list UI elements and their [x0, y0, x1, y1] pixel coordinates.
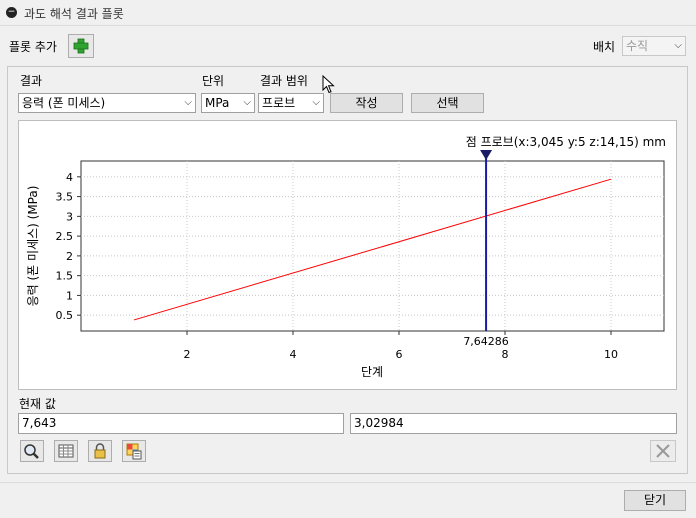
result-select[interactable]: 응력 (폰 미세스) ⌵ — [18, 93, 196, 113]
create-button[interactable]: 작성 — [330, 93, 403, 113]
y-tick-label: 1 — [66, 289, 73, 302]
x-tick-labels: 2 4 6 8 10 — [184, 348, 619, 361]
x-tick-label: 8 — [502, 348, 509, 361]
export-image-button[interactable] — [122, 440, 146, 462]
x-tick-label: 4 — [290, 348, 297, 361]
plot-area — [80, 160, 665, 332]
current-x-field[interactable]: 7,643 — [18, 413, 344, 434]
chart-container: 0.5 1 1.5 2 2.5 3 3.5 4 2 4 6 8 10 점 프로브(x:3,045 y:… — [18, 120, 677, 390]
cursor-icon — [322, 75, 335, 94]
result-select-value: 응력 (폰 미세스) — [22, 96, 106, 110]
current-value-label: 현재 값 — [19, 397, 56, 411]
title-bar: − 과도 해석 결과 플롯 — [0, 0, 696, 26]
window-title: 과도 해석 결과 플롯 — [24, 7, 124, 21]
x-tick-label: 10 — [604, 348, 618, 361]
y-tick-labels: 0.5 1 1.5 2 2.5 3 3.5 4 — [56, 171, 74, 322]
y-tick-label: 3 — [66, 210, 73, 223]
result-label: 결과 — [20, 74, 43, 88]
y-tick-label: 0.5 — [56, 309, 74, 322]
range-select-value: 프로브 — [262, 96, 296, 110]
add-plot-label: 플롯 추가 — [9, 40, 57, 54]
y-tick-label: 3.5 — [56, 191, 74, 204]
unit-select-value: MPa — [205, 96, 230, 110]
y-tick-label: 4 — [66, 171, 73, 184]
x-tick-label: 2 — [184, 348, 191, 361]
table-icon — [58, 444, 74, 458]
y-tick-label: 2 — [66, 250, 73, 263]
chevron-down-icon: ⌵ — [243, 97, 251, 108]
magnifier-icon — [24, 444, 39, 459]
plus-icon — [73, 38, 89, 54]
unit-label: 단위 — [202, 74, 225, 88]
table-button[interactable] — [54, 440, 78, 462]
select-button[interactable]: 선택 — [411, 93, 484, 113]
close-icon — [656, 444, 670, 458]
zoom-button[interactable] — [20, 440, 44, 462]
footer-bar — [0, 482, 696, 518]
lock-icon — [94, 443, 106, 459]
current-y-field[interactable]: 3,02984 — [350, 413, 677, 434]
layout-label: 배치 — [593, 40, 616, 54]
y-tick-label: 1.5 — [56, 270, 74, 283]
window-menu-icon[interactable]: − — [6, 7, 17, 18]
probe-marker-triangle[interactable] — [480, 150, 493, 160]
unit-select[interactable]: MPa ⌵ — [201, 93, 255, 113]
delete-plot-button[interactable] — [650, 440, 676, 462]
lock-button[interactable] — [88, 440, 112, 462]
marker-value-label: 7,64286 — [463, 335, 509, 348]
close-button[interactable]: 닫기 — [624, 490, 686, 511]
x-tick-label: 6 — [396, 348, 403, 361]
range-label: 결과 범위 — [260, 74, 308, 88]
chevron-down-icon: ⌵ — [312, 97, 320, 108]
y-tick-label: 2.5 — [56, 230, 74, 243]
probe-label: 점 프로브(x:3,045 y:5 z:14,15) mm — [466, 135, 666, 149]
layout-select-value: 수직 — [626, 39, 649, 53]
image-export-icon — [126, 443, 142, 460]
layout-select[interactable]: 수직 ⌵ — [622, 36, 686, 56]
chart: 0.5 1 1.5 2 2.5 3 3.5 4 2 4 6 8 10 점 프로브(x:3,045 y:… — [26, 135, 666, 379]
y-axis-label: 응력 (폰 미세스) (MPa) — [26, 186, 40, 307]
range-select[interactable]: 프로브 ⌵ — [258, 93, 324, 113]
x-axis-label: 단계 — [361, 365, 383, 379]
chevron-down-icon: ⌵ — [674, 40, 682, 51]
add-plot-button[interactable] — [68, 34, 94, 58]
chevron-down-icon: ⌵ — [184, 97, 192, 108]
